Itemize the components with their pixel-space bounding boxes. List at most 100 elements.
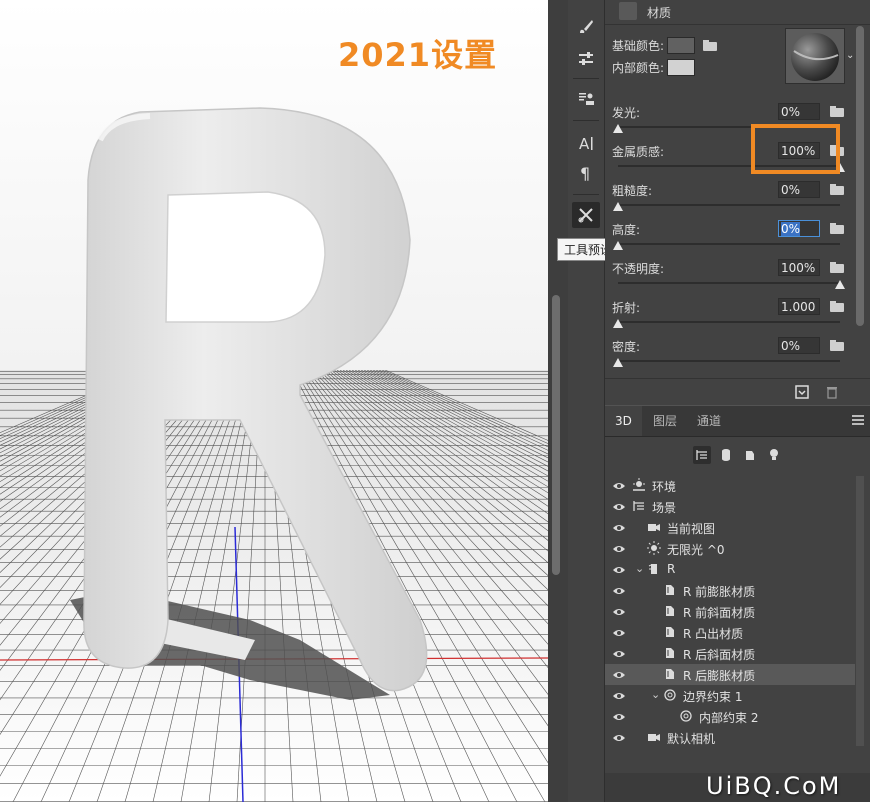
tab-3d[interactable]: 3D: [605, 406, 642, 436]
param-folder-icon[interactable]: [830, 184, 844, 195]
tree-row-label: 环境: [652, 480, 677, 494]
param-label: 金属质感:: [612, 145, 665, 159]
param-value-input[interactable]: 100%: [778, 259, 820, 276]
visibility-eye-icon[interactable]: [613, 711, 625, 721]
base-color-label: 基础颜色:: [612, 39, 665, 53]
expand-chevron-icon[interactable]: ⌄: [651, 688, 660, 701]
tree-row[interactable]: R 后斜面材质: [605, 643, 855, 664]
camera-icon: [647, 730, 661, 744]
param-slider-thumb[interactable]: [835, 280, 845, 289]
param-value-input[interactable]: 0%: [778, 181, 820, 198]
material-filter-icon[interactable]: [741, 446, 759, 464]
3d-filter-row: [605, 437, 870, 473]
visibility-eye-icon[interactable]: [613, 585, 625, 595]
tree-row[interactable]: 环境: [605, 475, 855, 496]
camera-icon: [647, 520, 661, 534]
properties-header: 材质: [605, 0, 870, 25]
param-slider-thumb[interactable]: [613, 202, 623, 211]
tree-scrollbar[interactable]: [856, 476, 864, 746]
param-slider-track[interactable]: [618, 204, 840, 206]
scene-filter-icon[interactable]: [693, 446, 711, 464]
material-preview-sphere[interactable]: [785, 28, 845, 84]
param-folder-icon[interactable]: [830, 223, 844, 234]
visibility-eye-icon[interactable]: [613, 606, 625, 616]
tree-row-label: 边界约束 1: [683, 690, 743, 704]
properties-title: 材质: [647, 6, 672, 20]
param-slider-track[interactable]: [618, 360, 840, 362]
base-color-swatch[interactable]: [667, 37, 695, 54]
param-folder-icon[interactable]: [830, 262, 844, 273]
mesh-filter-icon[interactable]: [717, 446, 735, 464]
expand-chevron-icon[interactable]: ⌄: [635, 562, 644, 575]
tree-row[interactable]: 内部约束 2: [605, 706, 855, 727]
clone-stamp-icon[interactable]: [572, 86, 600, 112]
overlay-title: 2021设置: [338, 36, 498, 74]
environment-icon: [632, 478, 646, 492]
param-folder-icon[interactable]: [830, 106, 844, 117]
param-folder-icon[interactable]: [830, 340, 844, 351]
param-value-text: 1.000: [781, 300, 816, 314]
param-slider-thumb[interactable]: [613, 124, 623, 133]
param-slider-thumb[interactable]: [613, 241, 623, 250]
param-slider-track[interactable]: [618, 321, 840, 323]
visibility-eye-icon[interactable]: [613, 543, 625, 553]
paragraph-icon[interactable]: ¶: [572, 160, 600, 186]
3d-viewport[interactable]: 2021设置: [0, 0, 548, 802]
tab-channels[interactable]: 通道: [687, 406, 731, 436]
material-picker-arrow-icon[interactable]: ⌄: [846, 50, 854, 61]
inner-color-swatch[interactable]: [667, 59, 695, 76]
param-folder-icon[interactable]: [830, 301, 844, 312]
svg-text:A: A: [579, 135, 590, 152]
base-color-folder-icon[interactable]: [703, 40, 717, 51]
tree-row[interactable]: 当前视图: [605, 517, 855, 538]
param-value-input[interactable]: 0%: [778, 103, 820, 120]
param-label: 发光:: [612, 106, 641, 120]
svg-text:¶: ¶: [580, 164, 590, 182]
tree-row-label: R 后斜面材质: [683, 648, 756, 662]
param-value-input[interactable]: 0%: [778, 220, 820, 237]
visibility-eye-icon[interactable]: [613, 564, 625, 574]
tree-row-label: R 前膨胀材质: [683, 585, 756, 599]
tree-row[interactable]: R 前膨胀材质: [605, 580, 855, 601]
visibility-eye-icon[interactable]: [613, 690, 625, 700]
param-slider-thumb[interactable]: [613, 358, 623, 367]
trash-icon[interactable]: [825, 385, 839, 399]
viewport-scrollbar[interactable]: [552, 295, 560, 575]
material-icon: [619, 2, 637, 20]
tree-row[interactable]: ⌄ R: [605, 559, 855, 580]
constraint-icon: [663, 688, 677, 702]
tree-row-label: 当前视图: [667, 522, 716, 536]
param-slider-thumb[interactable]: [613, 319, 623, 328]
panel-menu-icon[interactable]: [852, 415, 864, 425]
tree-row[interactable]: R 凸出材质: [605, 622, 855, 643]
tree-row[interactable]: 场景: [605, 496, 855, 517]
tree-row[interactable]: 无限光 ^0: [605, 538, 855, 559]
visibility-eye-icon[interactable]: [613, 480, 625, 490]
tree-row[interactable]: R 后膨胀材质: [605, 664, 855, 685]
param-label: 密度:: [612, 340, 641, 354]
visibility-eye-icon[interactable]: [613, 522, 625, 532]
tool-presets-icon[interactable]: [572, 202, 600, 228]
light-filter-icon[interactable]: [765, 446, 783, 464]
visibility-eye-icon[interactable]: [613, 648, 625, 658]
visibility-eye-icon[interactable]: [613, 627, 625, 637]
param-value-input[interactable]: 1.000: [778, 298, 820, 315]
constraint-icon: [679, 709, 693, 723]
param-slider-track[interactable]: [618, 243, 840, 245]
tree-row[interactable]: 默认相机: [605, 727, 855, 748]
tree-row[interactable]: ⌄ 边界约束 1: [605, 685, 855, 706]
adjust-brush-icon[interactable]: [572, 46, 600, 72]
tab-layers[interactable]: 图层: [643, 406, 687, 436]
param-slider-track[interactable]: [618, 282, 840, 284]
visibility-eye-icon[interactable]: [613, 732, 625, 742]
properties-footer: [605, 378, 870, 405]
brush-icon[interactable]: [572, 14, 600, 40]
watermark: UiBQ.CoM: [706, 772, 842, 800]
render-icon[interactable]: [795, 385, 809, 399]
visibility-eye-icon[interactable]: [613, 501, 625, 511]
tree-row[interactable]: R 前斜面材质: [605, 601, 855, 622]
properties-scrollbar[interactable]: [856, 26, 864, 326]
character-icon[interactable]: A: [572, 130, 600, 156]
visibility-eye-icon[interactable]: [613, 669, 625, 679]
param-value-input[interactable]: 0%: [778, 337, 820, 354]
